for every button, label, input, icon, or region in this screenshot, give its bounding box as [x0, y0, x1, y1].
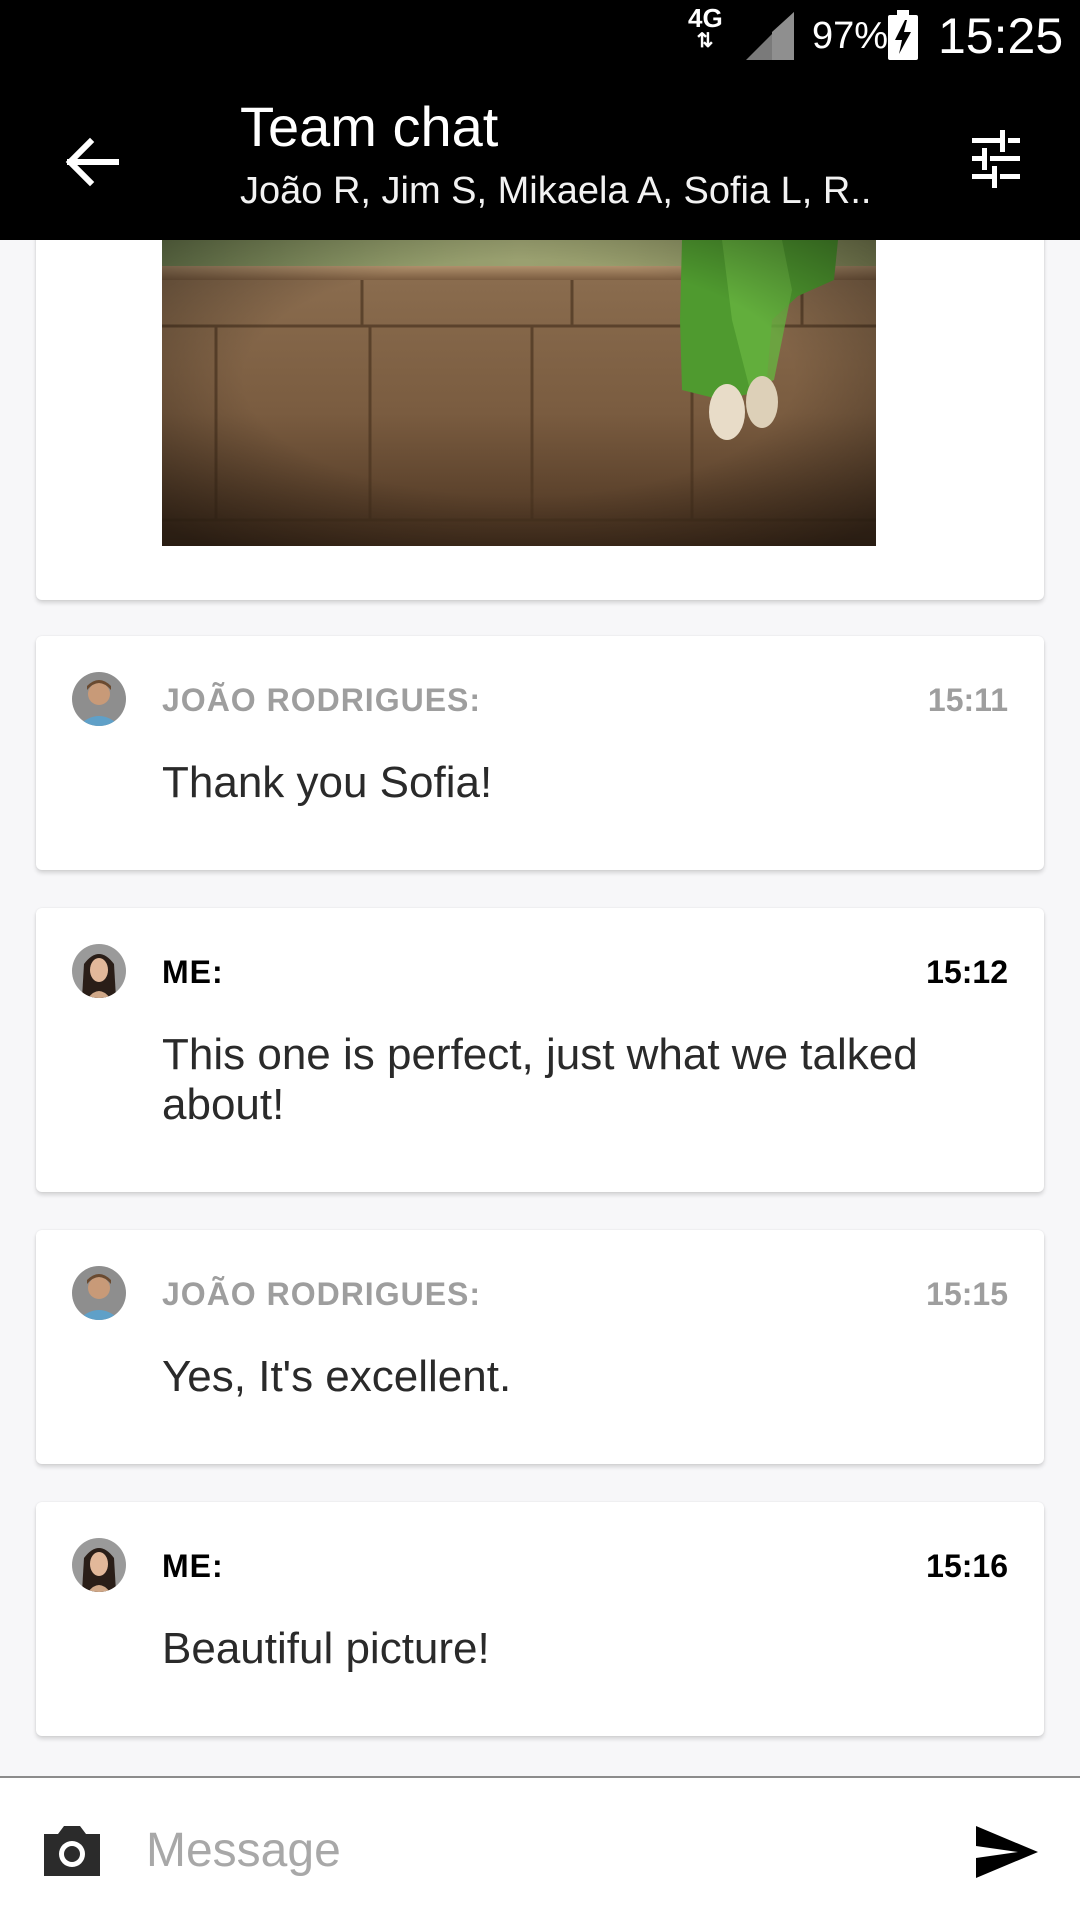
- avatar[interactable]: [72, 1538, 126, 1592]
- shared-photo[interactable]: [162, 240, 876, 546]
- back-arrow-icon[interactable]: [56, 126, 128, 198]
- message-card[interactable]: ME: 15:16 Beautiful picture!: [36, 1502, 1044, 1736]
- tune-sliders-icon[interactable]: [964, 126, 1028, 190]
- data-arrows-icon: ⇅: [696, 30, 714, 52]
- chat-title: Team chat: [240, 95, 499, 158]
- shared-photo-image: [162, 240, 876, 546]
- message-time: 15:12: [926, 954, 1008, 990]
- sender-name: ME:: [162, 954, 224, 990]
- message-time: 15:16: [926, 1548, 1008, 1584]
- battery-charging-icon: [888, 10, 918, 60]
- message-card[interactable]: JOÃO RODRIGUES: 15:15 Yes, It's excellen…: [36, 1230, 1044, 1464]
- battery-percent: 97%: [812, 15, 889, 57]
- message-composer: [0, 1776, 1080, 1922]
- message-list[interactable]: JOÃO RODRIGUES: 15:11 Thank you Sofia! M…: [0, 240, 1080, 1776]
- avatar[interactable]: [72, 1266, 126, 1320]
- send-icon[interactable]: [972, 1822, 1042, 1882]
- message-input[interactable]: [146, 1818, 926, 1882]
- network-type: 4G: [688, 3, 723, 33]
- message-card[interactable]: ME: 15:12 This one is perfect, just what…: [36, 908, 1044, 1192]
- message-time: 15:11: [927, 682, 1008, 718]
- message-time: 15:15: [926, 1276, 1008, 1312]
- sender-name: ME:: [162, 1548, 224, 1584]
- avatar[interactable]: [72, 672, 126, 726]
- message-text: This one is perfect, just what we talked…: [162, 1030, 918, 1129]
- message-text: Yes, It's excellent.: [162, 1352, 512, 1401]
- camera-icon[interactable]: [40, 1820, 104, 1880]
- network-indicator: 4G ⇅: [688, 3, 723, 52]
- signal-icon: [746, 12, 794, 60]
- sender-name: JOÃO RODRIGUES:: [162, 1276, 482, 1312]
- status-bar: 4G ⇅ 97% 15:25: [0, 0, 1080, 72]
- chat-participants: João R, Jim S, Mikaela A, Sofia L, R..: [240, 170, 872, 212]
- status-time: 15:25: [938, 8, 1064, 64]
- message-text: Thank you Sofia!: [162, 758, 493, 807]
- app-bar: Team chat João R, Jim S, Mikaela A, Sofi…: [0, 72, 1080, 240]
- message-text: Beautiful picture!: [162, 1624, 490, 1673]
- sender-name: JOÃO RODRIGUES:: [162, 682, 482, 718]
- message-card[interactable]: JOÃO RODRIGUES: 15:11 Thank you Sofia!: [36, 636, 1044, 870]
- avatar[interactable]: [72, 944, 126, 998]
- photo-message-card[interactable]: [36, 240, 1044, 600]
